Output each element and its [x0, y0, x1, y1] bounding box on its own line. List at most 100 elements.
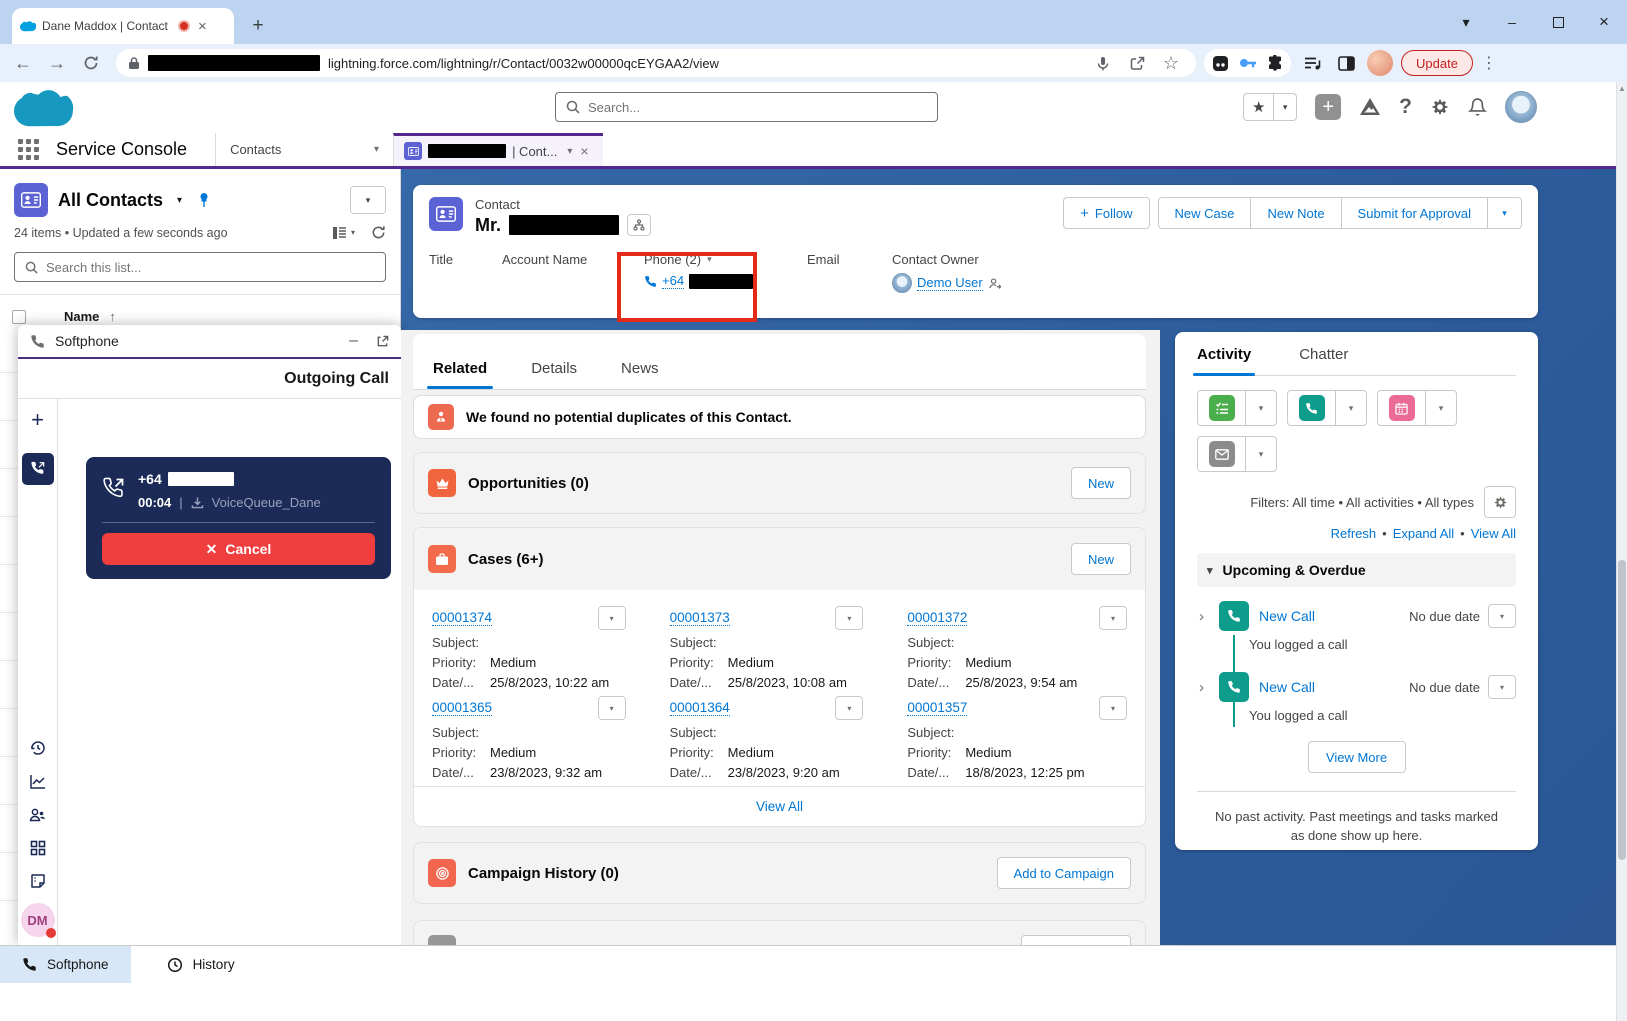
- name-column-header[interactable]: Name: [64, 309, 99, 324]
- back-icon[interactable]: ←: [10, 50, 36, 76]
- change-owner-icon[interactable]: [988, 277, 1001, 290]
- list-search[interactable]: [14, 252, 386, 282]
- new-opportunity-button[interactable]: New: [1071, 467, 1131, 499]
- campaign-history-title[interactable]: Campaign History (0): [468, 865, 619, 882]
- minimize-panel-icon[interactable]: –: [349, 332, 358, 350]
- list-view-chevron-icon[interactable]: ▾: [177, 195, 182, 206]
- browser-tab[interactable]: Dane Maddox | Contact | Sal ×: [12, 8, 234, 44]
- activity-title-link[interactable]: New Call: [1259, 608, 1315, 624]
- tab-news[interactable]: News: [621, 360, 659, 389]
- new-tab-icon[interactable]: +: [244, 12, 272, 40]
- key-icon[interactable]: [1239, 56, 1257, 70]
- global-search-input[interactable]: [588, 100, 927, 115]
- new-case-list-button[interactable]: New: [1071, 543, 1131, 575]
- browser-menu-icon[interactable]: ⋮: [1481, 53, 1497, 73]
- case-row-actions-dropdown[interactable]: ▾: [835, 696, 863, 720]
- outgoing-call-tab-icon[interactable]: [22, 453, 54, 485]
- nav-tab-contacts[interactable]: Contacts ▾: [215, 133, 393, 166]
- minimize-window-icon[interactable]: –: [1489, 5, 1535, 39]
- list-search-input[interactable]: [46, 260, 375, 275]
- expand-chevron-icon[interactable]: ›: [1199, 679, 1209, 696]
- help-icon[interactable]: ?: [1399, 95, 1412, 119]
- browser-profile-avatar[interactable]: [1367, 50, 1393, 76]
- task-dropdown-icon[interactable]: ▾: [1246, 391, 1276, 425]
- page-scrollbar[interactable]: ▲: [1616, 82, 1627, 1021]
- scrollbar-thumb[interactable]: [1618, 560, 1626, 860]
- submit-for-approval-button[interactable]: Submit for Approval: [1342, 197, 1488, 229]
- puzzle-icon[interactable]: [1267, 55, 1283, 71]
- address-bar[interactable]: lightning.force.com/lightning/r/Contact/…: [116, 49, 1196, 77]
- chevron-down-icon[interactable]: ▾: [374, 144, 379, 155]
- log-call-dropdown-icon[interactable]: ▾: [1336, 391, 1366, 425]
- close-tab-icon[interactable]: ×: [198, 18, 207, 35]
- case-number-link[interactable]: 00001372: [907, 610, 967, 626]
- update-button[interactable]: Update: [1401, 50, 1473, 76]
- list-view-title[interactable]: All Contacts: [58, 190, 163, 211]
- utility-softphone[interactable]: Softphone: [0, 946, 131, 983]
- tab-search-chevron-icon[interactable]: ▾: [1443, 5, 1489, 39]
- case-row-actions-dropdown[interactable]: ▾: [1099, 606, 1127, 630]
- chevron-down-icon[interactable]: ▾: [567, 146, 572, 157]
- add-to-campaign-button[interactable]: Add to Campaign: [997, 857, 1131, 889]
- quick-create-icon[interactable]: +: [1315, 94, 1341, 120]
- case-row-actions-dropdown[interactable]: ▾: [835, 606, 863, 630]
- section-chevron-icon[interactable]: ▾: [1207, 564, 1213, 577]
- new-note-button[interactable]: New Note: [1251, 197, 1341, 229]
- contacts-people-icon[interactable]: [28, 807, 47, 823]
- popout-panel-icon[interactable]: [376, 335, 389, 348]
- user-avatar[interactable]: [1505, 91, 1537, 123]
- owner-link[interactable]: Demo User: [917, 275, 983, 291]
- case-row-actions-dropdown[interactable]: ▾: [598, 606, 626, 630]
- share-icon[interactable]: [1124, 50, 1150, 76]
- new-task-button[interactable]: [1198, 391, 1246, 425]
- scroll-up-arrow-icon[interactable]: ▲: [1617, 84, 1627, 93]
- apps-grid-icon[interactable]: [30, 840, 46, 856]
- opportunities-title[interactable]: Opportunities (0): [468, 475, 589, 492]
- close-tab-icon[interactable]: ×: [580, 143, 588, 159]
- case-number-link[interactable]: 00001374: [432, 610, 492, 626]
- case-number-link[interactable]: 00001365: [432, 700, 492, 716]
- bookmark-star-icon[interactable]: ☆: [1158, 50, 1184, 76]
- expand-all-link[interactable]: Expand All: [1393, 526, 1454, 541]
- stats-chart-icon[interactable]: [29, 774, 47, 790]
- global-search[interactable]: [555, 92, 938, 122]
- refresh-icon[interactable]: [78, 50, 104, 76]
- tab-activity[interactable]: Activity: [1197, 346, 1251, 375]
- case-number-link[interactable]: 00001357: [907, 700, 967, 716]
- playlist-icon[interactable]: [1299, 50, 1325, 76]
- activity-actions-dropdown[interactable]: ▾: [1488, 675, 1516, 699]
- display-as-button[interactable]: ▾: [332, 226, 355, 240]
- list-refresh-icon[interactable]: [371, 225, 386, 240]
- list-actions-dropdown[interactable]: ▾: [350, 186, 386, 214]
- new-event-button[interactable]: [1378, 391, 1426, 425]
- setup-gear-icon[interactable]: [1430, 97, 1450, 117]
- trailhead-icon[interactable]: [1359, 97, 1381, 117]
- notes-icon[interactable]: [30, 873, 46, 889]
- select-all-checkbox[interactable]: [12, 310, 26, 324]
- expand-chevron-icon[interactable]: ›: [1199, 608, 1209, 625]
- view-more-button[interactable]: View More: [1308, 741, 1406, 773]
- event-dropdown-icon[interactable]: ▾: [1426, 391, 1456, 425]
- case-number-link[interactable]: 00001373: [670, 610, 730, 626]
- hierarchy-icon[interactable]: [627, 214, 651, 236]
- tab-related[interactable]: Related: [433, 360, 487, 389]
- mic-icon[interactable]: [1090, 50, 1116, 76]
- tab-chatter[interactable]: Chatter: [1299, 346, 1348, 375]
- activity-title-link[interactable]: New Call: [1259, 679, 1315, 695]
- follow-button[interactable]: + Follow: [1063, 197, 1149, 229]
- more-actions-dropdown[interactable]: ▾: [1488, 197, 1522, 229]
- close-window-icon[interactable]: ×: [1581, 5, 1627, 39]
- favorites-dropdown-icon[interactable]: ▾: [1274, 94, 1296, 120]
- new-case-button[interactable]: New Case: [1158, 197, 1252, 229]
- new-call-plus-icon[interactable]: +: [31, 409, 44, 431]
- tab-details[interactable]: Details: [531, 360, 577, 389]
- log-call-button[interactable]: [1288, 391, 1336, 425]
- case-row-actions-dropdown[interactable]: ▾: [1099, 696, 1127, 720]
- call-history-icon[interactable]: [29, 739, 47, 757]
- related-list-button[interactable]: [1021, 935, 1131, 945]
- email-dropdown-icon[interactable]: ▾: [1246, 437, 1276, 471]
- upcoming-overdue-section[interactable]: ▾ Upcoming & Overdue: [1197, 553, 1516, 587]
- favorites-button-group[interactable]: ★ ▾: [1243, 93, 1297, 121]
- extension-box-icon[interactable]: [1212, 55, 1229, 72]
- side-panel-icon[interactable]: [1333, 50, 1359, 76]
